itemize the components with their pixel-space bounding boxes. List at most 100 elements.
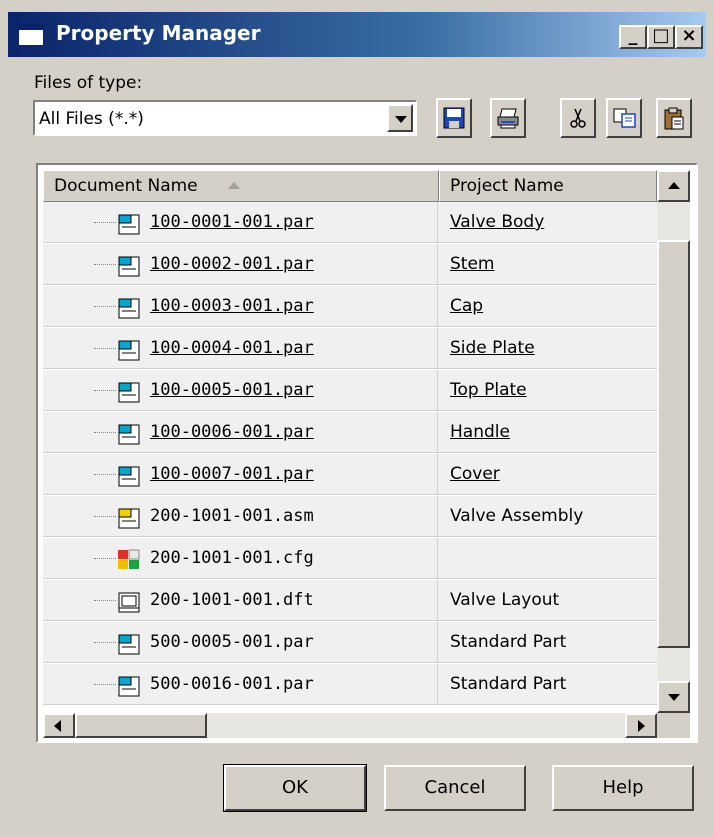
project-name: Valve Layout <box>450 590 560 610</box>
project-name-cell[interactable]: Handle <box>438 412 657 453</box>
files-of-type-dropdown[interactable]: All Files (*.*) <box>33 100 417 136</box>
document-name-cell[interactable]: 100-0004-001.par <box>43 328 438 369</box>
table-row[interactable]: 100-0005-001.par Top Plate <box>43 370 657 412</box>
document-name[interactable]: 100-0006-001.par <box>150 412 314 453</box>
project-name[interactable]: Side Plate <box>450 328 535 369</box>
document-name[interactable]: 100-0007-001.par <box>150 454 314 495</box>
table-row[interactable]: 200-1001-001.dft Valve Layout <box>43 580 657 622</box>
table-row[interactable]: 100-0007-001.par Cover <box>43 454 657 496</box>
tree-branch <box>94 516 116 517</box>
paste-icon <box>664 107 684 130</box>
scroll-up-button[interactable] <box>657 170 690 202</box>
project-name-cell[interactable]: Standard Part <box>438 622 657 663</box>
document-name[interactable]: 100-0004-001.par <box>150 328 314 369</box>
part-icon <box>116 295 142 319</box>
part-icon <box>116 337 142 361</box>
document-name: 200-1001-001.asm <box>150 506 314 526</box>
part-icon <box>116 631 142 655</box>
document-name: 200-1001-001.dft <box>150 590 314 610</box>
vertical-scrollbar[interactable] <box>657 170 690 713</box>
tree-branch <box>94 600 116 601</box>
vertical-scroll-thumb[interactable] <box>657 240 690 648</box>
document-name-cell[interactable]: 100-0002-001.par <box>43 244 438 285</box>
close-button[interactable]: × <box>675 25 703 49</box>
document-name-cell[interactable]: 200-1001-001.cfg <box>43 538 438 579</box>
document-name-cell[interactable]: 500-0005-001.par <box>43 622 438 663</box>
document-name-cell[interactable]: 100-0003-001.par <box>43 286 438 327</box>
scroll-down-button[interactable] <box>657 681 690 713</box>
property-manager-window: Property Manager _ □ × Files of type: Al… <box>0 0 714 837</box>
files-of-type-value: All Files (*.*) <box>39 109 144 129</box>
table-row[interactable]: 100-0001-001.par Valve Body <box>43 202 657 244</box>
project-name[interactable]: Cover <box>450 454 500 495</box>
horizontal-scroll-thumb[interactable] <box>75 713 207 738</box>
project-name[interactable]: Handle <box>450 412 510 453</box>
chevron-down-icon[interactable] <box>387 104 413 132</box>
scroll-left-button[interactable] <box>43 713 75 738</box>
document-name[interactable]: 100-0002-001.par <box>150 244 314 285</box>
column-header-document-name[interactable]: Document Name <box>43 170 439 202</box>
document-name-cell[interactable]: 200-1001-001.asm <box>43 496 438 537</box>
maximize-button[interactable]: □ <box>647 25 675 49</box>
project-name-cell[interactable]: Top Plate <box>438 370 657 411</box>
document-name-cell[interactable]: 100-0005-001.par <box>43 370 438 411</box>
ok-button[interactable]: OK <box>223 764 367 812</box>
tree-branch <box>94 432 116 433</box>
draft-icon <box>116 589 142 613</box>
arrow-up-icon <box>668 182 680 189</box>
document-name[interactable]: 100-0003-001.par <box>150 286 314 327</box>
tree-branch <box>94 390 116 391</box>
assembly-icon <box>116 505 142 529</box>
project-name-cell[interactable] <box>438 538 657 579</box>
table-row[interactable]: 200-1001-001.cfg <box>43 538 657 580</box>
project-name-cell[interactable]: Cap <box>438 286 657 327</box>
project-name[interactable]: Stem <box>450 244 494 285</box>
cut-button[interactable] <box>560 98 596 138</box>
project-name[interactable]: Valve Body <box>450 202 544 243</box>
table-row[interactable]: 200-1001-001.asm Valve Assembly <box>43 496 657 538</box>
document-name[interactable]: 100-0001-001.par <box>150 202 314 243</box>
sort-ascending-icon <box>228 182 240 189</box>
print-button[interactable] <box>490 98 526 138</box>
table-row[interactable]: 100-0003-001.par Cap <box>43 286 657 328</box>
document-name-cell[interactable]: 500-0016-001.par <box>43 664 438 705</box>
tree-branch <box>94 264 116 265</box>
document-name-cell[interactable]: 100-0001-001.par <box>43 202 438 243</box>
table-row[interactable]: 500-0016-001.par Standard Part <box>43 664 657 706</box>
save-button[interactable] <box>436 98 472 138</box>
document-name[interactable]: 100-0005-001.par <box>150 370 314 411</box>
column-header-document-name-label: Document Name <box>54 176 198 196</box>
tree-branch <box>94 558 116 559</box>
arrow-left-icon <box>54 720 61 732</box>
project-name: Standard Part <box>450 674 567 694</box>
project-name-cell[interactable]: Valve Assembly <box>438 496 657 537</box>
horizontal-scrollbar[interactable] <box>43 713 657 738</box>
document-name-cell[interactable]: 100-0006-001.par <box>43 412 438 453</box>
table-row[interactable]: 100-0002-001.par Stem <box>43 244 657 286</box>
project-name-cell[interactable]: Valve Body <box>438 202 657 243</box>
document-name-cell[interactable]: 100-0007-001.par <box>43 454 438 495</box>
help-button[interactable]: Help <box>552 765 694 811</box>
project-name-cell[interactable]: Stem <box>438 244 657 285</box>
column-header-project-name[interactable]: Project Name <box>439 170 657 202</box>
table-row[interactable]: 100-0004-001.par Side Plate <box>43 328 657 370</box>
cancel-button[interactable]: Cancel <box>384 765 526 811</box>
part-icon <box>116 421 142 445</box>
project-name-cell[interactable]: Standard Part <box>438 664 657 705</box>
print-icon <box>497 108 519 129</box>
title-bar[interactable]: Property Manager _ □ × <box>8 12 706 57</box>
project-name-cell[interactable]: Cover <box>438 454 657 495</box>
document-list: Document Name Project Name 100-0001-001.… <box>36 163 698 743</box>
project-name: Standard Part <box>450 632 567 652</box>
minimize-button[interactable]: _ <box>619 25 647 49</box>
document-name-cell[interactable]: 200-1001-001.dft <box>43 580 438 621</box>
table-row[interactable]: 100-0006-001.par Handle <box>43 412 657 454</box>
project-name[interactable]: Cap <box>450 286 483 327</box>
paste-button[interactable] <box>656 98 692 138</box>
scroll-right-button[interactable] <box>625 713 657 738</box>
table-row[interactable]: 500-0005-001.par Standard Part <box>43 622 657 664</box>
copy-button[interactable] <box>606 98 642 138</box>
project-name-cell[interactable]: Side Plate <box>438 328 657 369</box>
project-name-cell[interactable]: Valve Layout <box>438 580 657 621</box>
project-name[interactable]: Top Plate <box>450 370 527 411</box>
